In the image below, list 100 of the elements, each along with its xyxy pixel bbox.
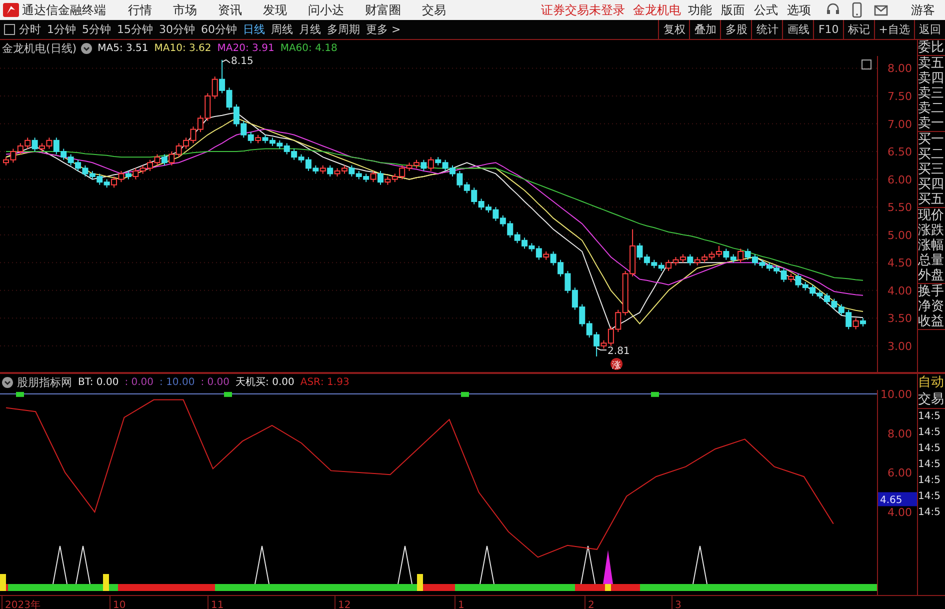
period-tab[interactable]: 30分钟 [159, 22, 195, 37]
time-axis-label: 1 [458, 600, 464, 609]
quote-label: 换手 [918, 284, 945, 299]
legend-item: : 0.00 [124, 376, 154, 388]
indicator-title: 股朋指标网 [17, 374, 72, 390]
trade-time: 14:5 [918, 442, 942, 456]
legend-value: : 1.93 [320, 376, 350, 388]
trade-time: 14:5 [918, 410, 942, 424]
menu-item[interactable]: 市场 [173, 2, 197, 18]
period-tab[interactable]: 周线 [271, 22, 293, 37]
price-axis-label: 5.50 [888, 201, 912, 214]
toolbar-button[interactable]: F10 [813, 20, 843, 39]
period-tab[interactable]: 60分钟 [201, 22, 237, 37]
trade-time: 14:5 [918, 474, 942, 488]
price-axis-label: 5.00 [888, 228, 912, 242]
quote-label: 买五 [918, 192, 945, 207]
quote-label: 买四 [918, 177, 945, 192]
legend-name: MA5 [98, 42, 120, 54]
quote-label: 卖二 [918, 101, 945, 116]
quote-label: 买三 [918, 162, 945, 177]
menu-item[interactable]: 版面 [721, 2, 745, 18]
legend-item: : 0.00 [200, 376, 230, 388]
price-axis-label: 6.50 [888, 146, 912, 159]
panel-toggle-icon[interactable] [4, 24, 15, 35]
legend-value: : 3.62 [182, 42, 212, 54]
trade-mode-label: 自动 [918, 374, 945, 391]
price-axis-label: 4.50 [888, 256, 912, 270]
quote-label: 卖一 [918, 116, 945, 131]
period-tab[interactable]: 多周期 [327, 22, 360, 37]
legend-item: : 10.00 [160, 376, 195, 388]
login-notice: 证券交易未登录 [541, 2, 625, 18]
time-axis-label: 2 [588, 600, 594, 609]
period-tab[interactable]: 分时 [19, 22, 41, 37]
signal-badge: 涨 [610, 358, 623, 371]
dropdown-icon[interactable] [2, 376, 13, 388]
price-axis-label: 7.00 [888, 118, 912, 131]
indicator-axis-label: 6.00 [888, 466, 912, 480]
menu-item[interactable]: 功能 [688, 2, 712, 18]
legend-value: : 3.51 [119, 42, 148, 54]
menu-item[interactable]: 问小达 [308, 2, 344, 18]
toolbar-button[interactable]: 复权 [658, 20, 690, 39]
current-value-tag: 4.65 [878, 492, 917, 506]
price-axis-label: 4.00 [888, 284, 912, 298]
period-tab[interactable]: 1分钟 [47, 22, 76, 37]
time-axis-label: 10 [113, 600, 126, 609]
app-title: 通达信金融终端 [22, 2, 106, 18]
price-axis-label: 8.00 [888, 62, 912, 76]
low-price-label: 2.81 [608, 346, 630, 357]
price-axis-label: 7.50 [888, 90, 912, 103]
menu-item[interactable]: 财富圈 [365, 2, 401, 18]
toolbar-button[interactable]: 多股 [720, 20, 752, 39]
leader-line [222, 59, 231, 64]
legend-name: MA20 [217, 42, 246, 54]
quote-label: 收益 [918, 314, 945, 329]
toolbar-button[interactable]: +自选 [874, 20, 914, 39]
toolbar-button[interactable]: 画线 [782, 20, 814, 39]
quote-label: 买一 [918, 132, 945, 147]
legend-item: BT: 0.00 [78, 376, 119, 388]
price-axis-label: 6.00 [888, 173, 912, 186]
toolbar-button[interactable]: 叠加 [689, 20, 720, 39]
period-tab[interactable]: 更多 > [366, 22, 401, 37]
menu-item[interactable]: 行情 [128, 2, 152, 18]
quote-label: 涨跌 [918, 223, 945, 238]
user-button[interactable]: 游客 [911, 2, 935, 18]
quote-label: 现价 [918, 208, 945, 223]
trade-heading: 交易 [918, 391, 945, 409]
logo-icon [3, 3, 19, 17]
quote-label: 外盘 [918, 268, 945, 283]
price-axis-label: 3.50 [888, 312, 912, 326]
time-axis-label: 12 [338, 600, 351, 609]
quote-label: 卖三 [918, 86, 945, 101]
period-tab[interactable]: 15分钟 [117, 22, 153, 37]
legend-item: 天机买: 0.00 [236, 376, 294, 389]
dropdown-icon[interactable] [80, 42, 92, 54]
trade-time: 14:5 [918, 458, 942, 472]
toolbar-button[interactable]: 统计 [751, 20, 782, 39]
period-tab[interactable]: 月线 [299, 22, 321, 37]
quote-label: 净资 [918, 299, 945, 314]
menu-item[interactable]: 选项 [787, 2, 811, 18]
indicator-axis-label: 8.00 [888, 427, 912, 440]
period-tab[interactable]: 日线 [243, 22, 265, 37]
menu-item[interactable]: 资讯 [218, 2, 242, 18]
stock-name: 金龙机电 [633, 2, 681, 18]
high-price-label: 8.15 [231, 56, 254, 67]
quote-label: 总量 [918, 253, 945, 268]
indicator-axis-label: 10.00 [880, 390, 912, 401]
menu-item[interactable]: 发现 [263, 2, 287, 18]
time-axis-label: 3 [675, 600, 682, 609]
legend-value: : 3.91 [246, 42, 274, 54]
chart-title: 金龙机电(日线) [2, 40, 77, 56]
menu-item[interactable]: 公式 [754, 2, 778, 18]
toolbar-button[interactable]: 标记 [842, 20, 874, 39]
legend-name: MA10 [154, 42, 182, 54]
indicator-axis-label: 4.00 [888, 506, 912, 519]
quote-label: 涨幅 [918, 238, 945, 253]
time-axis-label: 2023年 [5, 600, 40, 609]
menu-item[interactable]: 交易 [422, 2, 446, 18]
quote-label: 买二 [918, 147, 945, 162]
period-tab[interactable]: 5分钟 [82, 22, 111, 37]
toolbar-button[interactable]: 返回 [914, 20, 945, 39]
